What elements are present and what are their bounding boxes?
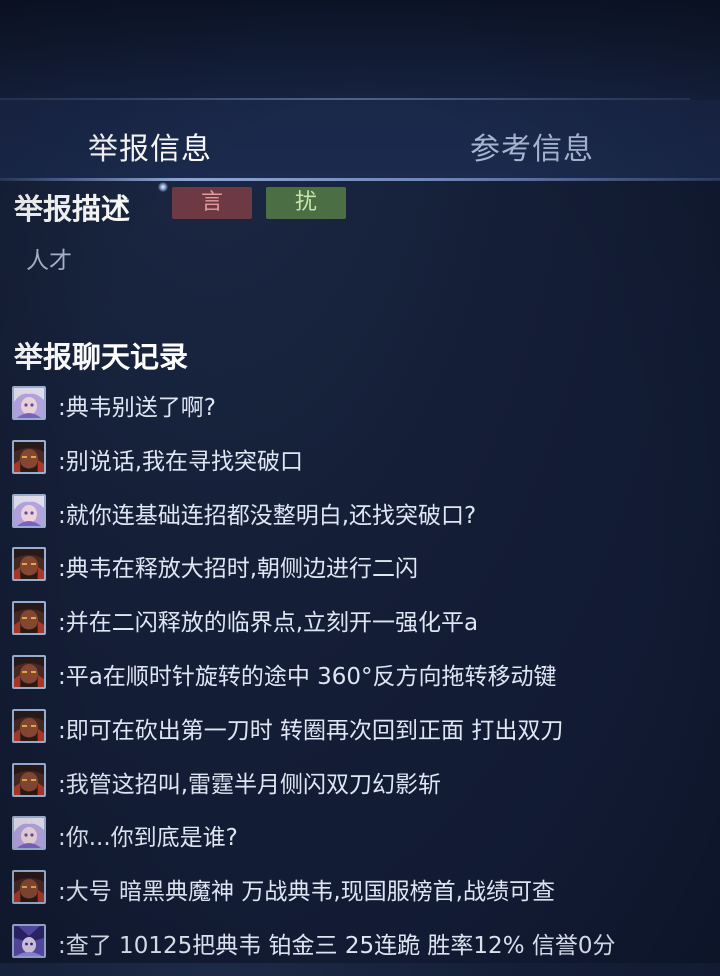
chat-message-text: :别说话,我在寻找突破口	[58, 448, 304, 475]
chat-message-text: :典韦在释放大招时,朝侧边进行二闪	[58, 556, 419, 583]
chat-message-text: :大号 暗黑典魔神 万战典韦,现国服榜首,战绩可查	[58, 879, 555, 906]
chat-message: :别说话,我在寻找突破口	[12, 438, 712, 492]
avatar-mage-icon	[12, 923, 46, 958]
chat-message: :你...你到底是谁?	[12, 814, 712, 868]
chat-message-text: :平a在顺时针旋转的途中 360°反方向拖转移动键	[58, 663, 557, 690]
avatar-girl-icon	[12, 816, 46, 851]
tag-speech: 言	[172, 187, 252, 219]
tab-report-info[interactable]: 举报信息	[88, 124, 212, 168]
chat-message-text: :我管这招叫,雷霆半月侧闪双刀幻影斩	[58, 771, 442, 798]
chat-message-text: :典韦别送了啊?	[58, 395, 216, 421]
chat-message-text: :即可在砍出第一刀时 转圈再次回到正面 打出双刀	[58, 717, 564, 744]
chat-log-title: 举报聊天记录	[14, 340, 189, 374]
avatar-girl-icon	[12, 386, 46, 420]
chat-message: :大号 暗黑典魔神 万战典韦,现国服榜首,战绩可查	[12, 868, 712, 922]
avatar-dianwei-icon	[12, 708, 46, 743]
tag-harass: 扰	[266, 187, 346, 219]
chat-message-text: :并在二闪释放的临界点,立刻开一强化平a	[58, 610, 479, 637]
tab-underline	[0, 178, 720, 181]
chat-message: :并在二闪释放的临界点,立刻开一强化平a	[12, 599, 712, 653]
chat-message-text: :就你连基础连招都没整明白,还找突破口?	[58, 502, 477, 529]
chat-message: :即可在砍出第一刀时 转圈再次回到正面 打出双刀	[12, 707, 712, 761]
avatar-dianwei-icon	[12, 439, 46, 474]
avatar-dianwei-icon	[12, 601, 46, 636]
avatar-dianwei-icon	[12, 547, 46, 582]
header-background	[0, 0, 720, 100]
avatar-dianwei-icon	[12, 870, 46, 905]
chat-message: :典韦在释放大招时,朝侧边进行二闪	[12, 545, 712, 599]
sparkle-icon	[158, 182, 168, 192]
chat-message: :典韦别送了啊?	[12, 384, 712, 438]
chat-message-text: :你...你到底是谁?	[58, 825, 238, 852]
chat-message: :平a在顺时针旋转的途中 360°反方向拖转移动键	[12, 653, 712, 707]
chat-message: :就你连基础连招都没整明白,还找突破口?	[12, 492, 712, 546]
chat-message-text: :查了 10125把典韦 铂金三 25连跪 胜率12% 信誉0分	[58, 932, 616, 959]
avatar-dianwei-icon	[12, 654, 46, 689]
avatar-dianwei-icon	[12, 762, 46, 797]
chat-log: :典韦别送了啊? :别说话,我在寻找突破口 :就你连基础连招都没整明白,还找突破口?…	[12, 384, 712, 976]
avatar-girl-icon	[12, 493, 46, 528]
tab-reference-info[interactable]: 参考信息	[470, 124, 594, 168]
chat-message: :我管这招叫,雷霆半月侧闪双刀幻影斩	[12, 761, 712, 815]
chat-message: :查了 10125把典韦 铂金三 25连跪 胜率12% 信誉0分	[12, 922, 712, 976]
report-description-title: 举报描述	[14, 192, 131, 226]
report-description-text: 人才	[26, 248, 72, 274]
tab-bar: 举报信息 参考信息	[0, 100, 720, 180]
